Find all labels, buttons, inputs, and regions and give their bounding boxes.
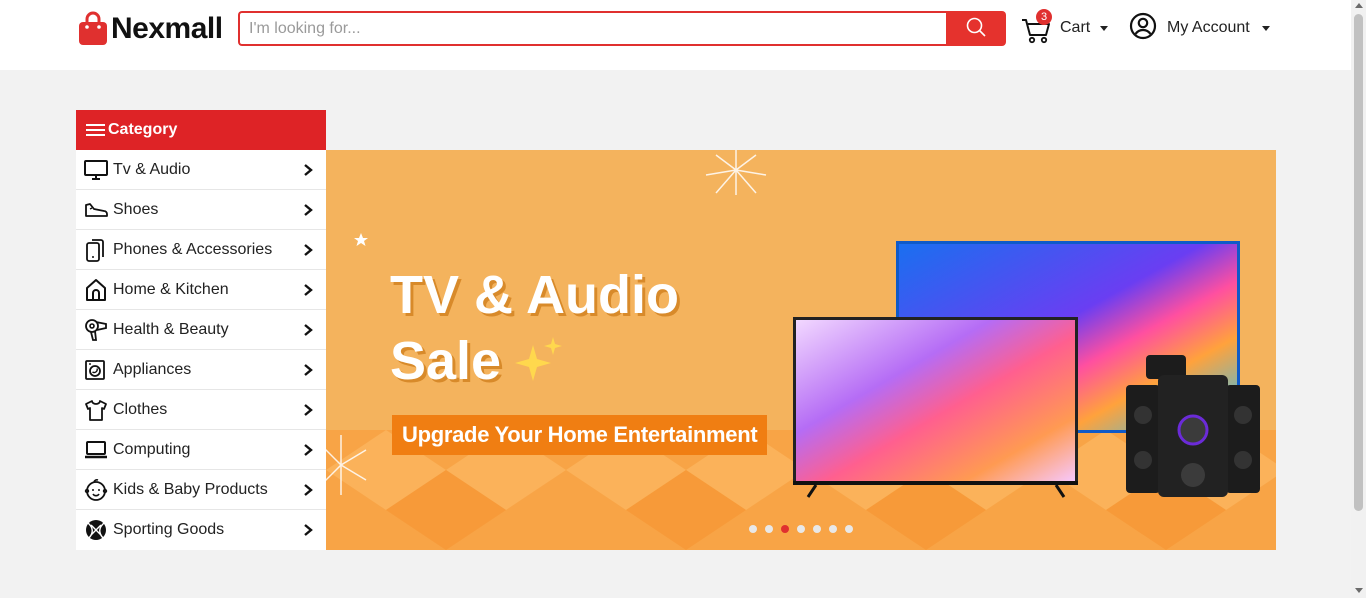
scroll-up-icon[interactable] (1355, 3, 1363, 8)
cart-label: Cart (1060, 19, 1091, 36)
category-label: Tv & Audio (113, 160, 191, 178)
chevron-right-icon (302, 483, 314, 497)
chevron-right-icon (302, 243, 314, 257)
slider-dot[interactable] (829, 525, 837, 533)
chevron-right-icon (302, 443, 314, 457)
user-icon (1129, 12, 1157, 45)
banner-title-line2: Sale (390, 331, 502, 391)
chevron-right-icon (302, 363, 314, 377)
slider-dot[interactable] (797, 525, 805, 533)
cart-icon: 3 (1020, 9, 1052, 44)
category-sidebar: Category Tv & Audio Shoes Phones & Acces… (76, 110, 326, 550)
hamburger-menu-icon (86, 121, 105, 139)
chevron-right-icon (302, 283, 314, 297)
slider-dot[interactable] (845, 525, 853, 533)
slider-dot[interactable] (781, 525, 789, 533)
laptop-icon (84, 438, 110, 462)
chevron-right-icon (302, 523, 314, 537)
banner-subtitle: Upgrade Your Home Entertainment (392, 415, 768, 455)
chevron-right-icon (302, 163, 314, 177)
category-item-home-kitchen[interactable]: Home & Kitchen (76, 270, 326, 310)
hair-dryer-icon (84, 318, 110, 342)
category-item-shoes[interactable]: Shoes (76, 190, 326, 230)
slider-dots (749, 525, 861, 533)
chevron-right-icon (302, 403, 314, 417)
category-label: Health & Beauty (113, 320, 229, 338)
cart-count-badge: 3 (1036, 9, 1052, 25)
hero-banner[interactable]: TV & Audio Sale Upgrade Your Home Entert… (326, 150, 1276, 550)
logo[interactable]: Nexmall (78, 11, 223, 46)
category-list: Tv & Audio Shoes Phones & Accessories Ho… (76, 150, 326, 550)
slider-dot[interactable] (749, 525, 757, 533)
home-icon (84, 278, 110, 302)
cart-button[interactable]: 3 Cart (1020, 9, 1109, 47)
category-item-computing[interactable]: Computing (76, 430, 326, 470)
category-item-appliances[interactable]: Appliances (76, 350, 326, 390)
my-account-button[interactable]: My Account (1129, 12, 1270, 45)
search-button[interactable] (946, 11, 1006, 46)
slider-dot[interactable] (765, 525, 773, 533)
category-label: Computing (113, 440, 191, 458)
page-scrollbar[interactable] (1351, 0, 1366, 598)
firework-icon (705, 150, 767, 195)
category-label: Clothes (113, 400, 168, 418)
tv-icon (84, 158, 110, 182)
category-label: Home & Kitchen (113, 280, 229, 298)
scroll-down-icon[interactable] (1355, 588, 1363, 593)
star-icon (354, 233, 368, 246)
category-item-tv-audio[interactable]: Tv & Audio (76, 150, 326, 190)
phone-icon (84, 238, 110, 262)
washing-machine-icon (84, 358, 110, 382)
category-label: Kids & Baby Products (113, 480, 268, 498)
category-label: Sporting Goods (113, 521, 225, 538)
category-title: Category (108, 121, 178, 138)
category-label: Appliances (113, 360, 192, 378)
tv-product-image (793, 241, 1260, 498)
category-label: Shoes (113, 200, 159, 218)
category-header[interactable]: Category (76, 110, 326, 150)
category-item-kids-baby[interactable]: Kids & Baby Products (76, 470, 326, 510)
category-label: Phones & Accessories (113, 240, 273, 258)
category-item-clothes[interactable]: Clothes (76, 390, 326, 430)
slider-dot[interactable] (813, 525, 821, 533)
category-item-health-beauty[interactable]: Health & Beauty (76, 310, 326, 350)
search-icon (965, 16, 987, 41)
chevron-down-icon (1261, 25, 1270, 31)
chevron-right-icon (302, 203, 314, 217)
logo-text: Nexmall (111, 11, 223, 45)
chevron-right-icon (302, 323, 314, 337)
baby-face-icon (84, 478, 110, 502)
banner-title-line1: TV & Audio (390, 265, 679, 325)
site-header: Nexmall 3 Cart (0, 0, 1351, 70)
my-account-label: My Account (1167, 19, 1250, 36)
chevron-down-icon (1100, 25, 1109, 31)
category-item-phones-accessories[interactable]: Phones & Accessories (76, 230, 326, 270)
banner-title: TV & Audio Sale (390, 262, 679, 394)
shirt-icon (84, 398, 110, 422)
search-bar (238, 11, 1006, 46)
sparkle-icon (515, 337, 563, 381)
category-item-sporting-goods[interactable]: Sporting Goods (76, 510, 326, 550)
shopping-bag-icon (78, 11, 108, 46)
search-input[interactable] (238, 11, 946, 46)
basketball-icon (84, 518, 110, 542)
scrollbar-thumb[interactable] (1354, 14, 1363, 511)
firework-icon (326, 435, 367, 495)
shoe-icon (84, 198, 110, 222)
